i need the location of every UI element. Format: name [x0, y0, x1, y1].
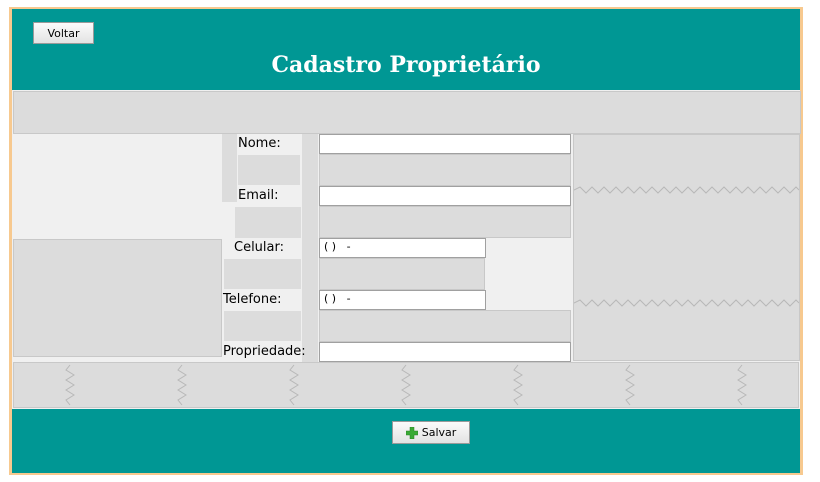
footer: Salvar	[12, 409, 800, 473]
page-title: Cadastro Proprietário	[271, 52, 541, 78]
spring-decoration-row	[65, 364, 747, 406]
right-spacer-block	[573, 134, 800, 361]
top-spacer-band	[13, 91, 801, 134]
back-button[interactable]: Voltar	[33, 22, 94, 44]
field-spacer-3	[319, 258, 485, 290]
left-spacer-block	[13, 239, 222, 357]
propriedade-field[interactable]	[319, 342, 571, 362]
label-spacer-4	[224, 311, 301, 341]
bottom-spacer-band	[13, 362, 799, 408]
telefone-field[interactable]: ( ) -	[319, 290, 486, 310]
save-button-label: Salvar	[421, 426, 457, 439]
save-button[interactable]: Salvar	[392, 421, 470, 444]
label-column-spacer	[222, 134, 237, 202]
celular-field[interactable]: ( ) -	[319, 238, 486, 258]
celular-label: Celular:	[234, 240, 285, 255]
email-field[interactable]	[319, 186, 571, 206]
propriedade-label: Propriedade:	[223, 344, 306, 359]
plus-icon	[405, 426, 418, 439]
label-spacer-3	[224, 259, 301, 289]
label-spacer-2	[235, 207, 301, 238]
field-spacer-2	[319, 206, 571, 238]
header: Voltar Cadastro Proprietário	[12, 9, 800, 90]
field-spacer-1	[319, 154, 571, 186]
telefone-label: Telefone:	[223, 292, 282, 307]
email-label: Email:	[238, 188, 279, 203]
label-spacer-1	[238, 155, 300, 185]
field-spacer-4	[319, 310, 571, 342]
nome-field[interactable]	[319, 134, 571, 154]
spring-decoration	[574, 186, 799, 307]
column-divider	[302, 134, 318, 362]
nome-label: Nome:	[238, 136, 281, 151]
